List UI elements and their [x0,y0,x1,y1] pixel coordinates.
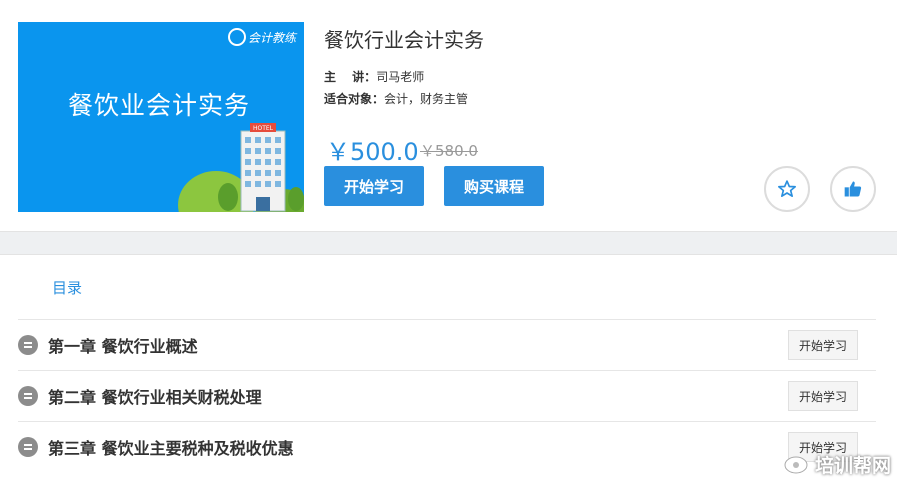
brand-logo: 会计教练 [227,28,296,46]
lecturer-name: 司马老师 [376,70,425,84]
course-price: ￥500.0 [326,138,419,166]
chapter-start-button[interactable]: 开始学习 [788,330,858,360]
watermark-logo-icon [784,456,808,473]
lecturer-info: 主 讲：司马老师 [324,68,424,85]
like-button[interactable] [830,166,876,212]
logo-circle-icon [227,28,246,46]
chapter-start-button[interactable]: 开始学习 [788,381,858,411]
original-price: ￥580.0 [420,142,478,160]
catalog-title[interactable]: 目录 [52,277,82,298]
target-label: 适合对象： [324,92,385,106]
start-learning-button[interactable]: 开始学习 [324,166,424,206]
course-header-card: 会计教练 餐饮业会计实务 HOTEL 餐饮行业会计实务 主 讲：司马老师 适合对… [0,0,897,232]
favorite-button[interactable] [764,166,810,212]
chapter-row: 第三章 餐饮业主要税种及税收优惠 开始学习 [18,421,876,471]
chapter-row: 第二章 餐饮行业相关财税处理 开始学习 [18,370,876,420]
chapter-row: 第一章 餐饮行业概述 开始学习 [18,319,876,369]
buy-course-button[interactable]: 购买课程 [444,166,544,206]
svg-text:HOTEL: HOTEL [253,125,274,132]
chapter-list-icon [18,436,38,457]
logo-text: 会计教练 [247,30,296,45]
chapter-name: 第一章 餐饮行业概述 [48,336,198,356]
course-banner[interactable]: 会计教练 餐饮业会计实务 HOTEL [18,22,304,212]
watermark-text: 培训帮网 [814,455,891,477]
chapter-name: 第三章 餐饮业主要税种及税收优惠 [48,438,294,458]
chapter-name: 第二章 餐饮行业相关财税处理 [48,387,262,407]
catalog-section: 目录 第一章 餐饮行业概述 开始学习 第二章 餐饮行业相关财税处理 开始学习 第… [0,254,897,482]
thumbs-up-icon [844,181,862,197]
hotel-illustration-icon: HOTEL [178,123,304,212]
target-audience-info: 适合对象：会计，财务主管 [324,90,468,107]
target-value: 会计，财务主管 [384,92,469,106]
lecturer-label: 主 讲： [324,70,377,84]
chapter-list-icon [18,385,38,406]
course-title: 餐饮行业会计实务 [324,28,484,52]
star-icon [778,180,796,198]
site-watermark: 培训帮网 [783,451,891,478]
chapter-list-icon [18,334,38,355]
